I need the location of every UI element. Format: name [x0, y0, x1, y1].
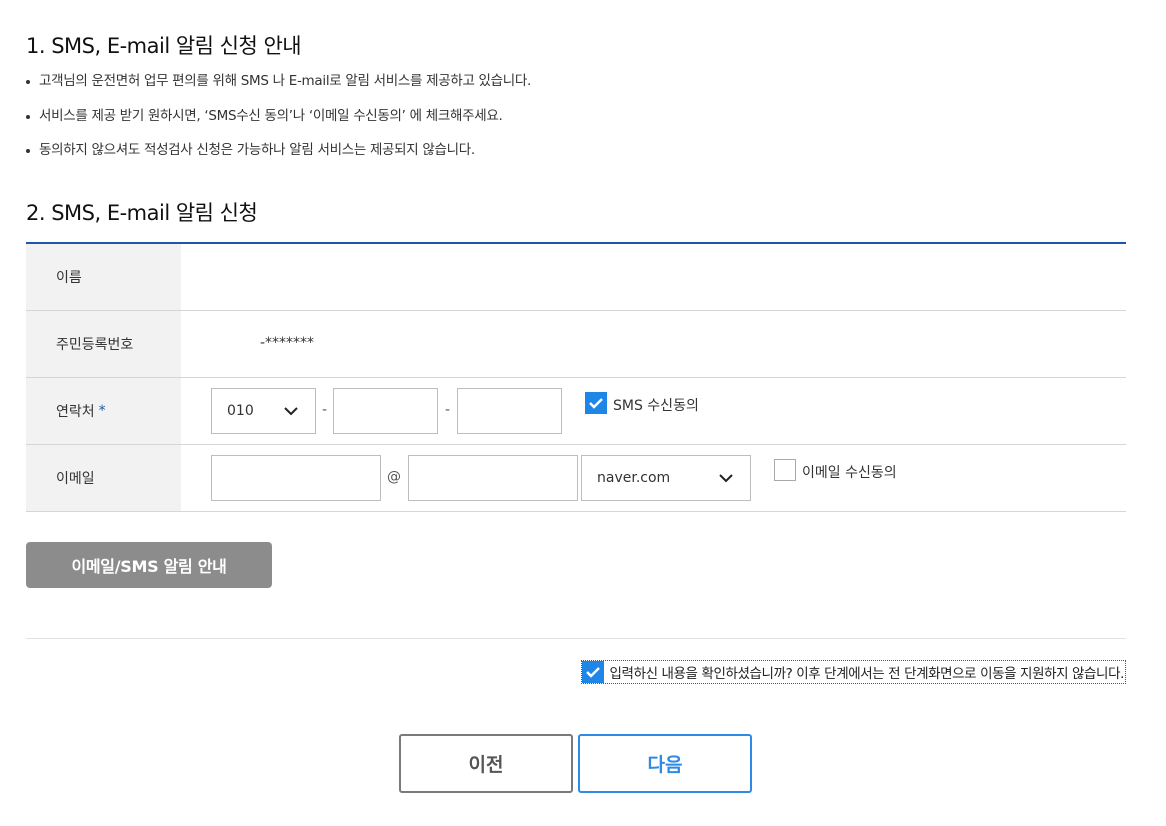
- name-value: [181, 244, 1126, 310]
- email-domain-value: naver.com: [597, 470, 671, 486]
- list-item: 동의하지 않으셔도 적성검사 신청은 가능하나 알림 서비스는 제공되지 않습니…: [26, 139, 531, 174]
- confirm-label[interactable]: 입력하신 내용을 확인하셨습니까? 이후 단계에서는 전 단계화면으로 이동을 …: [610, 662, 1125, 682]
- next-button[interactable]: 다음: [578, 734, 752, 793]
- check-icon: [589, 398, 603, 409]
- email-id-input[interactable]: [211, 455, 381, 501]
- prev-button[interactable]: 이전: [399, 734, 573, 793]
- at-sign: @: [387, 469, 401, 485]
- email-label: 이메일: [26, 445, 181, 511]
- section2-title: 2. SMS, E-mail 알림 신청: [26, 201, 258, 225]
- required-mark: *: [98, 403, 106, 419]
- rrn-value: -*******: [260, 335, 315, 351]
- email-consent-label[interactable]: 이메일 수신동의: [802, 462, 897, 482]
- email-row: 이메일 @ naver.com 이메일 수신동의: [26, 445, 1126, 512]
- phone-last-input[interactable]: [457, 388, 562, 434]
- email-domain-input[interactable]: [408, 455, 578, 501]
- email-domain-select[interactable]: naver.com: [581, 455, 751, 501]
- notice-list: 고객님의 운전면허 업무 편의를 위해 SMS 나 E-mail로 알림 서비스…: [26, 70, 531, 174]
- phone-prefix-select[interactable]: 010: [211, 388, 316, 434]
- phone-prefix-value: 010: [227, 403, 254, 419]
- divider: [26, 638, 1126, 639]
- phone-label: 연락처: [56, 404, 95, 420]
- email-sms-guide-button[interactable]: 이메일/SMS 알림 안내: [26, 542, 272, 588]
- rrn-label: 주민등록번호: [26, 311, 181, 377]
- sms-consent-label[interactable]: SMS 수신동의: [613, 395, 699, 415]
- confirm-checkbox[interactable]: [581, 661, 604, 683]
- rrn-row: 주민등록번호 -*******: [26, 311, 1126, 378]
- chevron-down-icon: [284, 407, 298, 416]
- email-consent-checkbox[interactable]: [774, 459, 796, 481]
- list-item: 고객님의 운전면허 업무 편의를 위해 SMS 나 E-mail로 알림 서비스…: [26, 70, 531, 105]
- list-item: 서비스를 제공 받기 원하시면, ‘SMS수신 동의’나 ‘이메일 수신동의’ …: [26, 105, 531, 140]
- phone-middle-input[interactable]: [333, 388, 438, 434]
- confirm-checkbox-row[interactable]: 입력하신 내용을 확인하셨습니까? 이후 단계에서는 전 단계화면으로 이동을 …: [580, 660, 1126, 684]
- phone-separator: -: [445, 402, 451, 418]
- phone-separator: -: [322, 402, 328, 418]
- section1-title: 1. SMS, E-mail 알림 신청 안내: [26, 34, 302, 58]
- chevron-down-icon: [719, 474, 733, 483]
- notification-form: 이름 주민등록번호 -******* 연락처 * 010 - - SMS 수신동…: [26, 242, 1126, 512]
- name-label: 이름: [26, 244, 181, 310]
- phone-row: 연락처 * 010 - - SMS 수신동의: [26, 378, 1126, 445]
- sms-consent-checkbox[interactable]: [585, 392, 607, 414]
- check-icon: [585, 667, 600, 678]
- name-row: 이름: [26, 244, 1126, 311]
